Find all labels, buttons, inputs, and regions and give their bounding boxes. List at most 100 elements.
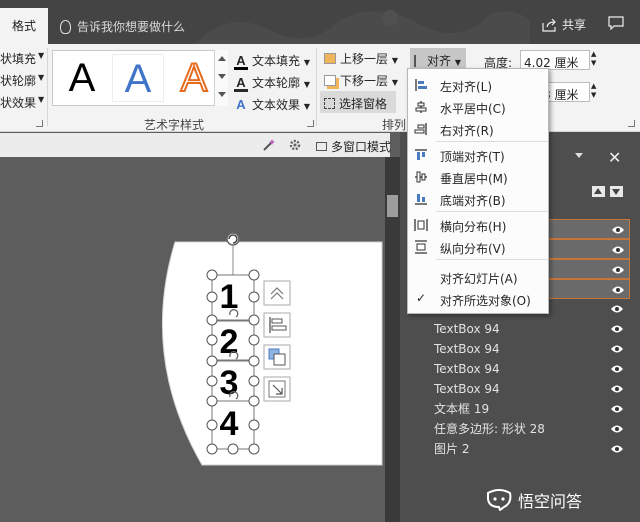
wordart-launcher-icon[interactable] xyxy=(307,120,314,127)
menu-item-label: 对齐所选对象(O) xyxy=(440,294,531,308)
lightbulb-icon xyxy=(60,19,71,34)
group-separator xyxy=(47,48,48,126)
text-effect-button[interactable]: A 文本效果 ▼ xyxy=(234,96,310,113)
eye-icon[interactable] xyxy=(610,444,624,454)
eye-icon[interactable] xyxy=(611,225,625,235)
align-top-icon xyxy=(415,149,427,160)
pane-item-textbox[interactable]: TextBox 94 xyxy=(420,319,630,339)
menu-item-align-selected[interactable]: ✓ 对齐所选对象(O) xyxy=(408,288,548,310)
menu-item-label: 顶端对齐(T) xyxy=(440,150,505,164)
menu-separator xyxy=(436,211,548,212)
layout-options-button[interactable] xyxy=(263,280,291,306)
text-outline-icon: A xyxy=(234,76,248,92)
pane-options-icon[interactable] xyxy=(575,153,583,158)
pane-item-label: TextBox 94 xyxy=(434,382,500,396)
eye-icon[interactable] xyxy=(611,265,625,275)
shape-styles-launcher-icon[interactable] xyxy=(36,120,43,127)
bring-forward-order-icon[interactable] xyxy=(592,186,605,197)
eye-icon[interactable] xyxy=(610,424,624,434)
height-spinner-icon[interactable]: ▲ ▼ xyxy=(591,50,601,70)
tell-me-placeholder: 告诉我你想要做什么 xyxy=(77,20,186,34)
eye-icon[interactable] xyxy=(610,384,624,394)
bring-forward-button[interactable]: 上移一层 ▼ xyxy=(324,50,398,67)
share-button[interactable]: 共享 xyxy=(542,16,586,33)
pane-item-label: TextBox 94 xyxy=(434,322,500,336)
pane-item-freeform-28[interactable]: 任意多边形: 形状 28 xyxy=(420,419,630,439)
menu-item-align-top[interactable]: 顶端对齐(T) xyxy=(408,144,548,166)
align-bottom-icon xyxy=(415,194,427,205)
close-icon[interactable]: ✕ xyxy=(608,148,621,167)
align-button[interactable]: 对齐 ▼ xyxy=(410,48,466,70)
selection-pane-button[interactable]: 选择窗格 xyxy=(320,91,396,113)
gallery-scroll[interactable] xyxy=(214,50,228,106)
scroll-up-icon[interactable] xyxy=(218,56,226,61)
menu-item-align-left[interactable]: 左对齐(L) xyxy=(408,74,548,96)
rotate-handle-icon[interactable] xyxy=(226,232,240,246)
shape-fill-cut[interactable]: 状填充 xyxy=(0,50,36,67)
scroll-down-icon[interactable] xyxy=(218,74,226,79)
wordart-style-black[interactable]: A xyxy=(56,54,108,102)
shape-outline-cut[interactable]: 状轮廓 xyxy=(0,72,36,89)
pane-item-textbox[interactable]: TextBox 94 xyxy=(420,359,630,379)
align-right-icon xyxy=(414,123,427,135)
dropdown-arrow-icon: ▼ xyxy=(303,102,310,111)
digit-3[interactable]: 3 xyxy=(220,364,239,402)
slide: 1 2 3 4 xyxy=(161,232,383,466)
dropdown-arrow-icon: ▼ xyxy=(38,95,45,104)
eye-icon[interactable] xyxy=(610,344,624,354)
tell-me-search[interactable]: 告诉我你想要做什么 xyxy=(60,18,185,35)
distribute-horizontal-icon xyxy=(414,219,428,231)
watermark-text: 悟空问答 xyxy=(518,492,583,511)
eye-icon[interactable] xyxy=(610,364,624,374)
eye-icon[interactable] xyxy=(611,245,625,255)
align-quick-icon[interactable] xyxy=(263,312,291,338)
multi-window-mode-button[interactable]: 多窗口模式 xyxy=(316,138,391,155)
width-spinner-icon[interactable]: ▲ ▼ xyxy=(591,82,601,102)
group-separator xyxy=(316,48,317,126)
menu-item-align-bottom[interactable]: 底端对齐(B) xyxy=(408,188,548,210)
eye-icon[interactable] xyxy=(610,304,624,314)
quick-tool-row: 多窗口模式 xyxy=(0,133,391,157)
comment-icon[interactable] xyxy=(608,16,624,30)
pane-item-textbox[interactable]: TextBox 94 xyxy=(420,339,630,359)
align-middle-icon xyxy=(415,171,427,183)
digit-4[interactable]: 4 xyxy=(220,405,239,443)
align-center-icon xyxy=(415,101,427,113)
dropdown-arrow-icon: ▼ xyxy=(303,58,310,67)
menu-item-align-center[interactable]: 水平居中(C) xyxy=(408,96,548,118)
distribute-vertical-icon xyxy=(415,240,427,254)
eye-icon[interactable] xyxy=(611,285,625,295)
size-launcher-icon[interactable] xyxy=(628,120,635,127)
watermark: 悟空问答 xyxy=(486,488,582,512)
wordart-style-orange[interactable]: A xyxy=(168,54,220,102)
settings-gear-icon[interactable] xyxy=(288,138,302,152)
menu-item-label: 左对齐(L) xyxy=(440,80,493,94)
digit-2[interactable]: 2 xyxy=(220,323,239,361)
menu-item-distribute-vertical[interactable]: 纵向分布(V) xyxy=(408,236,548,258)
magic-wand-icon[interactable] xyxy=(262,138,276,152)
menu-item-align-to-slide[interactable]: 对齐幻灯片(A) xyxy=(408,266,548,288)
menu-item-align-middle[interactable]: 垂直居中(M) xyxy=(408,166,548,188)
send-backward-button[interactable]: 下移一层 ▼ xyxy=(324,72,398,89)
resize-quick-icon[interactable] xyxy=(263,376,291,402)
style-quick-icon[interactable] xyxy=(263,344,291,370)
wordart-gallery: A A A xyxy=(52,50,228,106)
share-label: 共享 xyxy=(562,18,587,32)
menu-item-label: 底端对齐(B) xyxy=(440,194,506,208)
send-backward-order-icon[interactable] xyxy=(610,186,623,197)
eye-icon[interactable] xyxy=(610,324,624,334)
menu-item-align-right[interactable]: 右对齐(R) xyxy=(408,118,548,140)
pane-item-textbox[interactable]: TextBox 94 xyxy=(420,379,630,399)
menu-item-label: 对齐幻灯片(A) xyxy=(440,272,518,286)
pane-item-textbox-19[interactable]: 文本框 19 xyxy=(420,399,630,419)
height-input[interactable]: 4.02 厘米 xyxy=(520,50,590,70)
pane-item-picture-2[interactable]: 图片 2 xyxy=(420,439,630,459)
tab-format[interactable]: 格式 xyxy=(0,8,48,44)
shape-effect-cut[interactable]: 状效果 xyxy=(0,94,36,111)
wordart-style-blue[interactable]: A xyxy=(112,54,164,102)
menu-item-distribute-horizontal[interactable]: 横向分布(H) xyxy=(408,214,548,236)
text-outline-button[interactable]: A 文本轮廓 ▼ xyxy=(234,74,310,92)
text-fill-button[interactable]: A 文本填充 ▼ xyxy=(234,52,310,70)
eye-icon[interactable] xyxy=(610,404,624,414)
gallery-more-icon[interactable] xyxy=(218,92,226,97)
